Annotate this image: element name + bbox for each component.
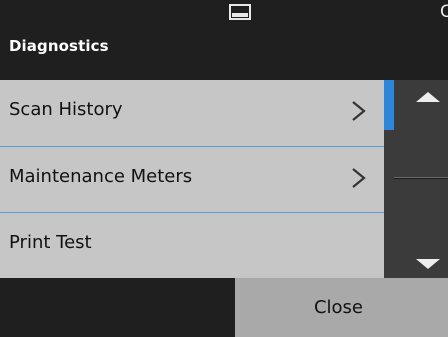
list-item-label: Print Test [9, 232, 92, 253]
page-title: Diagnostics [9, 37, 109, 55]
scrollbar-track[interactable] [384, 130, 394, 278]
status-text: C [440, 2, 448, 22]
scrollbar-thumb[interactable] [384, 80, 394, 130]
list-item-scan-history[interactable]: Scan History [0, 80, 384, 146]
chevron-right-icon [352, 168, 366, 188]
scroll-down-button[interactable] [394, 179, 448, 278]
arrow-up-icon [416, 92, 440, 102]
arrow-down-icon [416, 259, 440, 269]
list-item-print-test[interactable]: Print Test [0, 212, 384, 278]
scroll-up-button[interactable] [394, 80, 448, 178]
list-item-label: Maintenance Meters [9, 166, 193, 187]
list-item-label: Scan History [9, 99, 123, 120]
paper-tray-icon [229, 4, 251, 20]
diagnostics-list: Scan History Maintenance Meters Print Te… [0, 80, 384, 278]
close-button[interactable]: Close [235, 278, 448, 337]
diagnostics-screen: C Diagnostics Scan History Maintenance M… [0, 0, 448, 337]
chevron-right-icon [352, 101, 366, 121]
header: C Diagnostics [0, 0, 448, 80]
list-item-maintenance-meters[interactable]: Maintenance Meters [0, 146, 384, 212]
